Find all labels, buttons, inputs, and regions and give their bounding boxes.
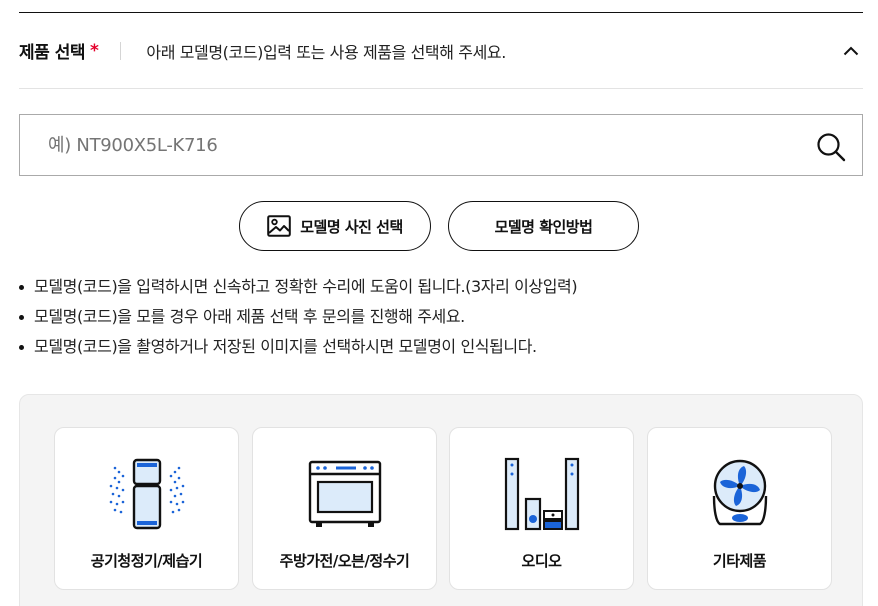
fan-icon — [700, 456, 780, 532]
audio-speaker-icon — [502, 456, 582, 532]
product-card-kitchen[interactable]: 주방가전/오븐/정수기 — [252, 427, 437, 590]
product-card-label: 주방가전/오븐/정수기 — [279, 552, 410, 570]
notes-list: 모델명(코드)을 입력하시면 신속하고 정확한 수리에 도움이 됩니다.(3자리… — [19, 272, 578, 362]
air-purifier-icon — [107, 456, 187, 532]
product-card-label: 기타제품 — [712, 552, 767, 570]
required-mark: * — [89, 40, 99, 61]
model-search-box — [19, 114, 863, 176]
oven-icon — [305, 456, 385, 532]
product-card-label: 오디오 — [521, 552, 562, 570]
model-search-input[interactable] — [48, 134, 788, 156]
note-item: 모델명(코드)을 입력하시면 신속하고 정확한 수리에 도움이 됩니다.(3자리… — [19, 272, 578, 302]
header-divider — [120, 41, 122, 60]
product-card-others[interactable]: 기타제품 — [647, 427, 832, 590]
model-helper-buttons: 모델명 사진 선택 모델명 확인방법 — [0, 201, 878, 251]
section-description: 아래 모델명(코드)입력 또는 사용 제품을 선택해 주세요. — [146, 42, 506, 62]
image-icon — [267, 215, 292, 237]
product-card-label: 공기청정기/제습기 — [90, 552, 203, 570]
note-item: 모델명(코드)을 촬영하거나 저장된 이미지를 선택하시면 모델명이 인식됩니다… — [19, 332, 577, 362]
note-item: 모델명(코드)을 모를 경우 아래 제품 선택 후 문의를 진행해 주세요. — [19, 302, 577, 332]
product-card-air-purifier[interactable]: 공기청정기/제습기 — [54, 427, 239, 590]
section-title: 제품 선택 * — [19, 38, 99, 64]
search-icon — [817, 133, 846, 162]
collapse-button[interactable] — [839, 39, 863, 63]
product-category-panel: 공기청정기/제습기 주방가전/오븐/정수기 오디오 기타제품 — [19, 394, 863, 606]
product-card-audio[interactable]: 오디오 — [449, 427, 634, 590]
model-guide-button[interactable]: 모델명 확인방법 — [448, 201, 639, 251]
search-button[interactable] — [814, 130, 848, 164]
chevron-up-icon — [843, 46, 859, 55]
product-select-header: 제품 선택 * 아래 모델명(코드)입력 또는 사용 제품을 선택해 주세요. — [19, 13, 863, 89]
section-title-text: 제품 선택 — [19, 43, 85, 63]
photo-select-button[interactable]: 모델명 사진 선택 — [239, 201, 431, 251]
model-guide-label: 모델명 확인방법 — [494, 217, 593, 236]
photo-select-label: 모델명 사진 선택 — [300, 217, 403, 236]
